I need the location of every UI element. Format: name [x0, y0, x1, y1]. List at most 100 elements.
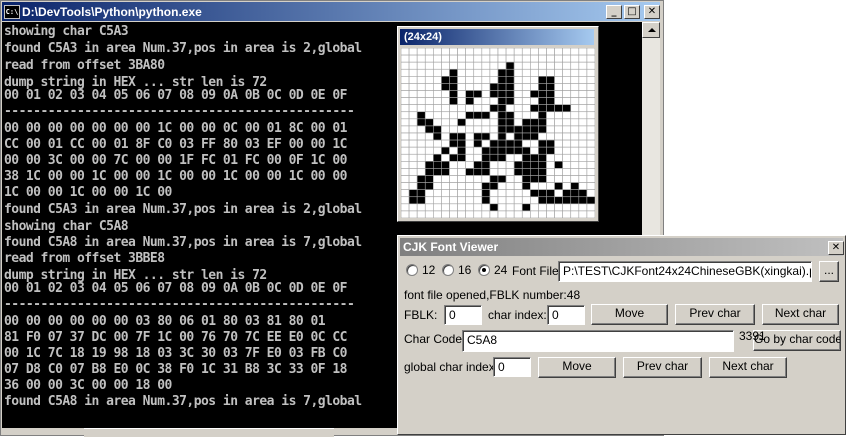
glyph-pixel-off [521, 196, 531, 205]
glyph-pixel-off [489, 196, 499, 205]
fblk-input[interactable]: 0 [444, 305, 482, 325]
glyph-pixel-off [586, 76, 595, 84]
glyph-pixel-on [521, 175, 531, 183]
glyph-pixel-off [457, 203, 466, 212]
glyph-pixel-off [401, 68, 410, 77]
glyph-pixel-off [465, 182, 475, 190]
glyph-pixel-off [481, 90, 491, 98]
console-app-icon: C:\ [4, 5, 20, 19]
glyph-pixel-off [513, 76, 523, 84]
glyph-pixel-off [562, 203, 572, 212]
glyph-pixel-on [449, 139, 458, 148]
glyph-pixel-off [401, 118, 410, 127]
go-by-char-code-button[interactable]: Go by char code [753, 330, 841, 351]
glyph-pixel-off [441, 153, 450, 162]
prev-char-button[interactable]: Prev char [675, 304, 755, 325]
glyph-pixel-off [465, 104, 475, 113]
glyph-pixel-on [505, 76, 515, 84]
glyph-pixel-off [449, 210, 458, 218]
glyph-pixel-off [416, 132, 426, 141]
glyph-pixel-off [424, 61, 434, 70]
size-radio-24[interactable] [478, 264, 490, 276]
size-radio-12[interactable] [406, 264, 418, 276]
glyph-pixel-off [433, 54, 442, 63]
maximize-button[interactable]: □ [624, 5, 640, 19]
glyph-pixel-off [441, 118, 450, 127]
minimize-button[interactable]: _ [606, 5, 622, 19]
dialog-titlebar[interactable]: CJK Font Viewer ✕ [400, 238, 844, 256]
glyph-pixel-off [554, 132, 563, 141]
glyph-pixel-off [416, 48, 426, 56]
glyph-pixel-on [449, 76, 458, 84]
glyph-pixel-off [481, 104, 491, 113]
glyph-pixel-off [489, 210, 499, 218]
glyph-pixel-off [562, 139, 572, 148]
glyph-pixel-on [538, 125, 547, 134]
glyph-pixel-off [416, 97, 426, 105]
glyph-pixel-off [489, 125, 499, 134]
size-radio-16[interactable] [442, 264, 454, 276]
close-button[interactable]: ✕ [644, 5, 660, 19]
dialog-close-button[interactable]: ✕ [828, 241, 844, 255]
glyph-pixel-off [433, 210, 442, 218]
glyph-pixel-off [521, 97, 531, 105]
glyph-pixel-off [578, 118, 588, 127]
glyph-pixel-off [473, 97, 483, 105]
browse-button[interactable]: ... [819, 261, 839, 282]
glyph-pixel-off [473, 118, 483, 127]
glyph-pixel-off [465, 203, 475, 212]
glyph-pixel-off [578, 104, 588, 113]
move-button[interactable]: Move [591, 304, 668, 325]
glyph-pixel-off [473, 203, 483, 212]
global-prev-char-button[interactable]: Prev char [623, 357, 702, 378]
glyph-pixel-off [473, 189, 483, 198]
glyph-pixel-off [433, 111, 442, 120]
glyph-pixel-on [530, 161, 539, 169]
next-char-button[interactable]: Next char [762, 304, 839, 325]
size-radio-24-label: 24 [494, 263, 508, 277]
glyph-pixel-off [489, 161, 499, 169]
glyph-pixel-on [505, 125, 515, 134]
glyph-pixel-off [570, 153, 580, 162]
glyph-pixel-off [578, 54, 588, 63]
global-move-button[interactable]: Move [538, 357, 616, 378]
glyph-pixel-off [530, 68, 539, 77]
glyph-pixel-on [457, 118, 466, 127]
glyph-pixel-off [586, 175, 595, 183]
glyph-pixel-off [570, 118, 580, 127]
glyph-pixel-off [481, 83, 491, 91]
glyph-pixel-off [449, 61, 458, 70]
console-titlebar[interactable]: C:\ D:\DevTools\Python\python.exe _ □ ✕ [2, 2, 660, 21]
glyph-pixel-off [586, 168, 595, 176]
glyph-pixel-off [530, 61, 539, 70]
glyph-pixel-off [465, 153, 475, 162]
glyph-preview-title[interactable]: (24x24) [400, 29, 594, 45]
glyph-pixel-off [578, 168, 588, 176]
glyph-pixel-off [433, 90, 442, 98]
char-code-input[interactable]: C5A8 [462, 330, 734, 352]
glyph-pixel-on [530, 189, 539, 198]
font-file-input[interactable]: P:\TEST\CJKFont24x24ChineseGBK(xingkai).… [558, 261, 812, 282]
glyph-pixel-on [538, 90, 547, 98]
glyph-pixel-on [416, 111, 426, 120]
console-line: ----------------------------------------… [4, 104, 355, 119]
glyph-pixel-off [513, 104, 523, 113]
glyph-pixel-off [449, 125, 458, 134]
global-char-index-input[interactable]: 0 [493, 357, 531, 377]
glyph-pixel-on [489, 203, 499, 212]
global-next-char-button[interactable]: Next char [709, 357, 787, 378]
glyph-pixel-off [546, 210, 555, 218]
glyph-pixel-off [401, 111, 410, 120]
glyph-pixel-off [473, 76, 483, 84]
glyph-pixel-on [530, 153, 539, 162]
glyph-pixel-off [401, 175, 410, 183]
scroll-up-button[interactable] [642, 22, 660, 38]
char-index-input[interactable]: 0 [547, 305, 585, 325]
glyph-pixel-off [586, 210, 595, 218]
glyph-pixel-on [546, 90, 555, 98]
glyph-pixel-off [578, 203, 588, 212]
glyph-pixel-off [570, 48, 580, 56]
glyph-pixel-off [578, 182, 588, 190]
glyph-pixel-off [433, 61, 442, 70]
glyph-pixel-on [513, 161, 523, 169]
